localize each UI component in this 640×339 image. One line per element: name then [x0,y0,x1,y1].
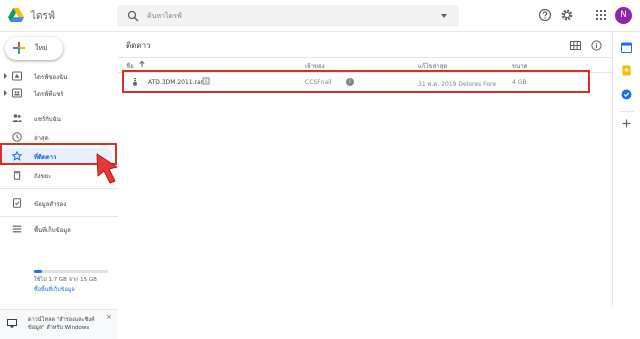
trash-icon [13,171,21,180]
search-input[interactable] [147,8,417,24]
sidebar-item-my-drive[interactable]: ไดรฟ์ของฉัน [0,68,113,84]
close-icon[interactable]: × [106,313,112,321]
sidebar-item-label: แชร์กับฉัน [34,116,61,123]
help-icon[interactable] [538,8,552,22]
expand-caret-icon[interactable] [4,73,7,79]
sidebar-item-label: พื้นที่เก็บข้อมูล [34,227,71,234]
sidebar-item-shared-drives[interactable]: ไดรฟ์ที่แชร์ [0,85,113,101]
drive-logo-icon[interactable] [8,8,24,22]
sidebar-item-label: ไดรฟ์ของฉัน [34,74,68,81]
sidebar-item-backups[interactable]: ข้อมูลสำรอง [0,195,113,211]
new-button[interactable]: ใหม่ [5,37,63,60]
search-options-chevron-down-icon[interactable] [441,14,447,18]
sidebar-divider [0,216,118,217]
app-title: ไดรฟ์ [31,11,55,22]
new-button-label: ใหม่ [35,44,48,52]
search-bar[interactable] [117,5,459,27]
settings-icon[interactable] [560,8,574,22]
sidebar-item-label: ล่าสุด [34,135,49,142]
info-icon[interactable] [591,40,602,51]
download-promo-text[interactable]: ดาวน์โหลด "สำรองและซิงค์ข้อมูล" สำหรับ W… [28,316,110,332]
sidebar-item-shared-with-me[interactable]: แชร์กับฉัน [0,110,113,126]
file-row-highlight-box [122,70,590,93]
search-icon[interactable] [127,10,139,22]
sidebar-item-storage[interactable]: พื้นที่เก็บข้อมูล [0,221,113,237]
shared-drives-icon [12,88,22,98]
buy-storage-link[interactable]: ซื้อพื้นที่เก็บข้อมูล [34,286,75,294]
header-divider [118,57,612,58]
add-addon-plus-icon[interactable] [621,118,632,129]
sort-arrow-up-icon[interactable] [138,60,146,68]
side-panel [612,32,640,307]
grid-view-icon[interactable] [570,40,581,51]
apps-icon[interactable] [594,8,608,22]
top-bar: ไดรฟ์ N [0,0,640,32]
main-content: ติดดาว ชื่อ เจ้าของ แก้ไขล่าสุด ขนาด ATD… [118,32,612,307]
backups-icon [13,198,21,208]
storage-used-text: ใช้ไป 1.7 GB จาก 15 GB [34,277,97,283]
expand-caret-icon[interactable] [4,90,7,96]
calendar-icon[interactable] [621,42,632,53]
my-drive-icon [12,71,22,81]
keep-icon[interactable] [621,65,632,76]
download-promo: ดาวน์โหลด "สำรองและซิงค์ข้อมูล" สำหรับ W… [0,309,118,339]
sidebar-item-label: ข้อมูลสำรอง [34,201,67,208]
storage-usage-bar [34,270,108,273]
monitor-icon [7,319,17,328]
sidebar-divider [0,188,118,189]
shared-with-me-icon [12,114,22,122]
avatar[interactable]: N [615,7,632,24]
plus-icon [13,42,25,54]
storage-icon [12,225,22,233]
recent-icon [12,132,22,142]
page-title: ติดดาว [126,41,151,50]
tasks-icon[interactable] [621,89,632,100]
storage-usage-fill [34,270,43,273]
pointer-cursor-icon [96,153,118,184]
side-panel-divider [619,111,634,112]
sidebar-item-label: ไดรฟ์ที่แชร์ [34,91,64,98]
sidebar-item-label: ถังขยะ [34,173,52,180]
